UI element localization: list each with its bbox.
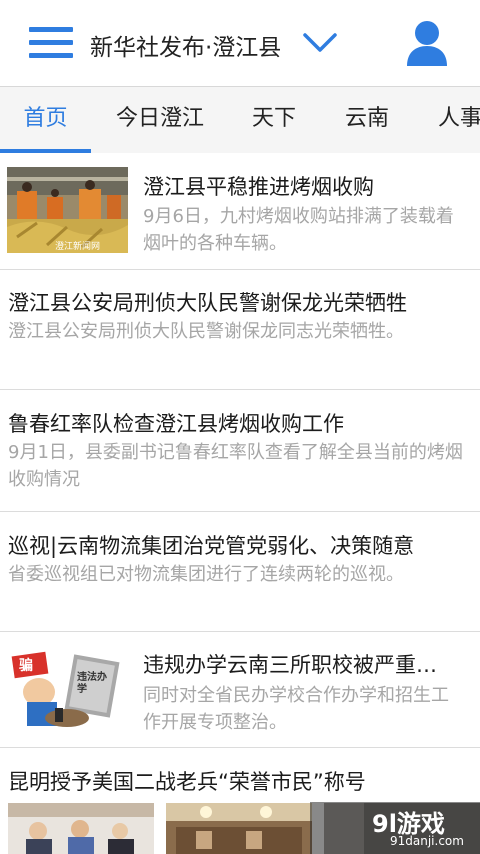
user-icon[interactable] bbox=[405, 20, 449, 66]
thumbnail-caption: 澄江新闻网 bbox=[55, 242, 101, 252]
news-summary: 9月6日，九村烤烟收购站排满了装载着烟叶的各种车辆。 bbox=[143, 206, 454, 254]
list-item[interactable]: 骗 违法办学 违规办学云南三所职校被严重… 同时对全省民办学校合作办学和招生工作… bbox=[0, 632, 480, 748]
news-title: 鲁春红率队检查澄江县烤烟收购工作 bbox=[8, 412, 344, 436]
chevron-down-icon[interactable] bbox=[302, 31, 338, 55]
news-image bbox=[8, 803, 154, 854]
list-item[interactable]: 鲁春红率队检查澄江县烤烟收购工作 9月1日，县委副书记鲁春红率队查看了解全县当前… bbox=[0, 390, 480, 512]
news-summary: 省委巡视组已对物流集团进行了连续两轮的巡视。 bbox=[8, 564, 404, 585]
thumbnail-sign: 违法办学 bbox=[77, 672, 107, 695]
news-title: 违规办学云南三所职校被严重… bbox=[143, 653, 437, 677]
news-image bbox=[166, 803, 312, 854]
page-title: 新华社发布·澄江县 bbox=[90, 35, 282, 61]
thumbnail-label: 骗 bbox=[19, 658, 33, 674]
news-thumbnail: 骗 违法办学 bbox=[7, 646, 128, 732]
news-thumbnail: 澄江新闻网 bbox=[7, 167, 128, 253]
list-item[interactable]: 澄江新闻网 澄江县平稳推进烤烟收购 9月6日，九村烤烟收购站排满了装载着烟叶的各… bbox=[0, 153, 480, 270]
news-summary: 9月1日，县委副书记鲁春红率队查看了解全县当前的烤烟收购情况 bbox=[8, 442, 463, 490]
news-title: 巡视|云南物流集团治党管党弱化、决策随意 bbox=[8, 534, 415, 558]
category-tabs: 首页 今日澄江 天下 云南 人事 bbox=[0, 87, 480, 153]
news-title: 澄江县平稳推进烤烟收购 bbox=[143, 175, 374, 199]
news-summary: 澄江县公安局刑侦大队民警谢保龙同志光荣牺牲。 bbox=[8, 321, 404, 342]
app-header: 新华社发布·澄江县 bbox=[0, 0, 480, 87]
list-item[interactable]: 巡视|云南物流集团治党管党弱化、决策随意 省委巡视组已对物流集团进行了连续两轮的… bbox=[0, 512, 480, 632]
news-title: 昆明授予美国二战老兵“荣誉市民”称号 bbox=[8, 770, 366, 794]
watermark-url: 91danji.com bbox=[390, 834, 464, 848]
news-summary: 同时对全省民办学校合作办学和招生工作开展专项整治。 bbox=[143, 685, 449, 733]
tab-yunnan[interactable]: 云南 bbox=[333, 87, 401, 153]
site-watermark: 9l游戏 91danji.com bbox=[310, 802, 480, 854]
menu-icon[interactable] bbox=[29, 27, 73, 59]
tab-world[interactable]: 天下 bbox=[240, 87, 308, 153]
tab-home[interactable]: 首页 bbox=[0, 87, 91, 153]
tab-today-chengjiang[interactable]: 今日澄江 bbox=[104, 87, 216, 153]
news-title: 澄江县公安局刑侦大队民警谢保龙光荣牺牲 bbox=[8, 291, 407, 315]
tab-personnel[interactable]: 人事 bbox=[426, 87, 480, 153]
list-item[interactable]: 澄江县公安局刑侦大队民警谢保龙光荣牺牲 澄江县公安局刑侦大队民警谢保龙同志光荣牺… bbox=[0, 270, 480, 390]
